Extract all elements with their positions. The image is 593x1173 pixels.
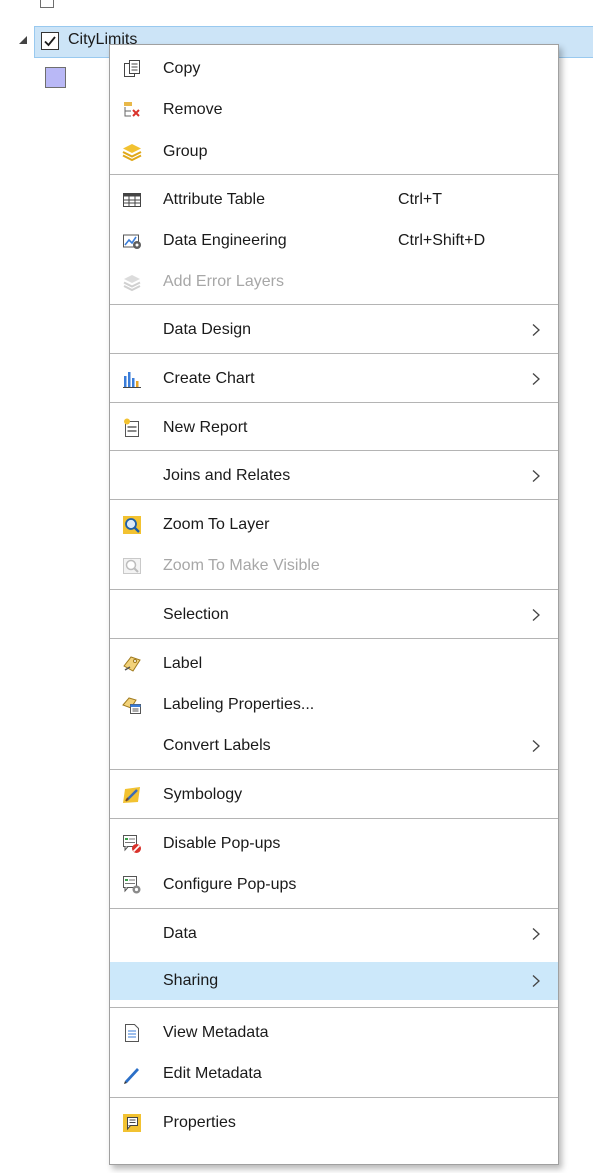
report-icon [122, 418, 142, 438]
menu-item-label: Symbology [163, 786, 243, 803]
menu-item-data-design[interactable]: Data Design [110, 311, 558, 349]
copy-icon [122, 59, 142, 79]
menu-item-symbology[interactable]: Symbology [110, 776, 558, 814]
chart-icon [122, 369, 142, 389]
disable-popups-icon [122, 834, 142, 854]
layer-visibility-checkbox[interactable] [41, 32, 59, 50]
menu-separator [110, 818, 558, 819]
menu-item-shortcut: Ctrl+Shift+D [398, 232, 486, 249]
menu-item-labeling-properties[interactable]: Labeling Properties... [110, 686, 558, 724]
menu-item-label: Disable Pop-ups [163, 835, 281, 852]
menu-item-attribute-table[interactable]: Attribute Table Ctrl+T [110, 181, 558, 219]
group-layers-icon [122, 142, 142, 162]
menu-separator [110, 1007, 558, 1008]
previous-layer-checkbox[interactable] [40, 0, 54, 8]
menu-item-add-error-layers: Add Error Layers [110, 263, 558, 301]
menu-item-label: Selection [163, 606, 229, 623]
configure-popups-icon [122, 875, 142, 895]
menu-item-create-chart[interactable]: Create Chart [110, 360, 558, 398]
menu-item-edit-metadata[interactable]: Edit Metadata [110, 1055, 558, 1093]
chevron-right-icon [529, 739, 543, 753]
menu-item-label-toggle[interactable]: Label [110, 645, 558, 683]
menu-item-view-metadata[interactable]: View Metadata [110, 1014, 558, 1052]
menu-item-disable-popups[interactable]: Disable Pop-ups [110, 825, 558, 863]
menu-item-label: Labeling Properties... [163, 696, 315, 713]
menu-item-configure-popups[interactable]: Configure Pop-ups [110, 866, 558, 904]
chevron-right-icon [529, 974, 543, 988]
menu-item-label: View Metadata [163, 1024, 269, 1041]
menu-item-label: New Report [163, 419, 248, 436]
menu-separator [110, 638, 558, 639]
label-icon [122, 654, 142, 674]
menu-item-data-engineering[interactable]: Data Engineering Ctrl+Shift+D [110, 222, 558, 260]
menu-item-label: Configure Pop-ups [163, 876, 297, 893]
menu-item-label: Convert Labels [163, 737, 271, 754]
menu-item-label: Add Error Layers [163, 273, 284, 290]
menu-item-label: Group [163, 143, 208, 160]
menu-separator [110, 769, 558, 770]
menu-item-label: Properties [163, 1114, 236, 1131]
table-icon [122, 190, 142, 210]
menu-item-label: Data Engineering [163, 232, 287, 249]
menu-item-group[interactable]: Group [110, 133, 558, 171]
menu-item-label: Data [163, 925, 197, 942]
remove-icon [122, 100, 142, 120]
menu-item-label: Zoom To Layer [163, 516, 270, 533]
zoom-visible-icon [122, 556, 142, 576]
menu-item-zoom-to-layer[interactable]: Zoom To Layer [110, 506, 558, 544]
menu-item-selection[interactable]: Selection [110, 596, 558, 634]
chevron-right-icon [529, 927, 543, 941]
menu-separator [110, 1097, 558, 1098]
view-metadata-icon [122, 1023, 142, 1043]
zoom-to-layer-icon [122, 515, 142, 535]
chevron-right-icon [529, 469, 543, 483]
menu-item-joins-and-relates[interactable]: Joins and Relates [110, 457, 558, 495]
menu-separator [110, 304, 558, 305]
context-menu: Copy Remove Group Attribute Table Ctrl+T… [109, 44, 559, 1165]
menu-item-label: Create Chart [163, 370, 255, 387]
menu-item-zoom-to-make-visible: Zoom To Make Visible [110, 547, 558, 585]
tree-row-previous [0, 0, 593, 12]
menu-item-label: Data Design [163, 321, 252, 338]
menu-item-shortcut: Ctrl+T [398, 191, 442, 208]
menu-separator [110, 353, 558, 354]
menu-item-remove[interactable]: Remove [110, 91, 558, 129]
menu-item-properties[interactable]: Properties [110, 1104, 558, 1142]
menu-item-label: Attribute Table [163, 191, 265, 208]
menu-item-sharing[interactable]: Sharing [110, 962, 558, 1000]
labeling-properties-icon [122, 695, 142, 715]
menu-separator [110, 589, 558, 590]
menu-separator [110, 908, 558, 909]
chevron-right-icon [529, 372, 543, 386]
menu-separator [110, 174, 558, 175]
properties-icon [122, 1113, 142, 1133]
menu-item-label: Sharing [163, 972, 219, 989]
menu-item-convert-labels[interactable]: Convert Labels [110, 727, 558, 765]
menu-item-new-report[interactable]: New Report [110, 409, 558, 447]
menu-item-label: Joins and Relates [163, 467, 291, 484]
menu-item-copy[interactable]: Copy [110, 50, 558, 88]
edit-metadata-icon [122, 1064, 142, 1084]
symbology-icon [122, 785, 142, 805]
data-engineering-icon [122, 231, 142, 251]
menu-item-label: Edit Metadata [163, 1065, 262, 1082]
menu-separator [110, 402, 558, 403]
menu-item-data[interactable]: Data [110, 915, 558, 953]
menu-item-label: Label [163, 655, 203, 672]
menu-item-label: Zoom To Make Visible [163, 557, 320, 574]
error-layers-icon [122, 272, 142, 292]
expand-triangle-icon[interactable] [18, 35, 28, 45]
chevron-right-icon [529, 323, 543, 337]
menu-separator [110, 450, 558, 451]
layer-symbol-swatch[interactable] [45, 67, 66, 88]
chevron-right-icon [529, 608, 543, 622]
menu-item-label: Copy [163, 60, 201, 77]
menu-item-label: Remove [163, 101, 223, 118]
menu-separator [110, 499, 558, 500]
